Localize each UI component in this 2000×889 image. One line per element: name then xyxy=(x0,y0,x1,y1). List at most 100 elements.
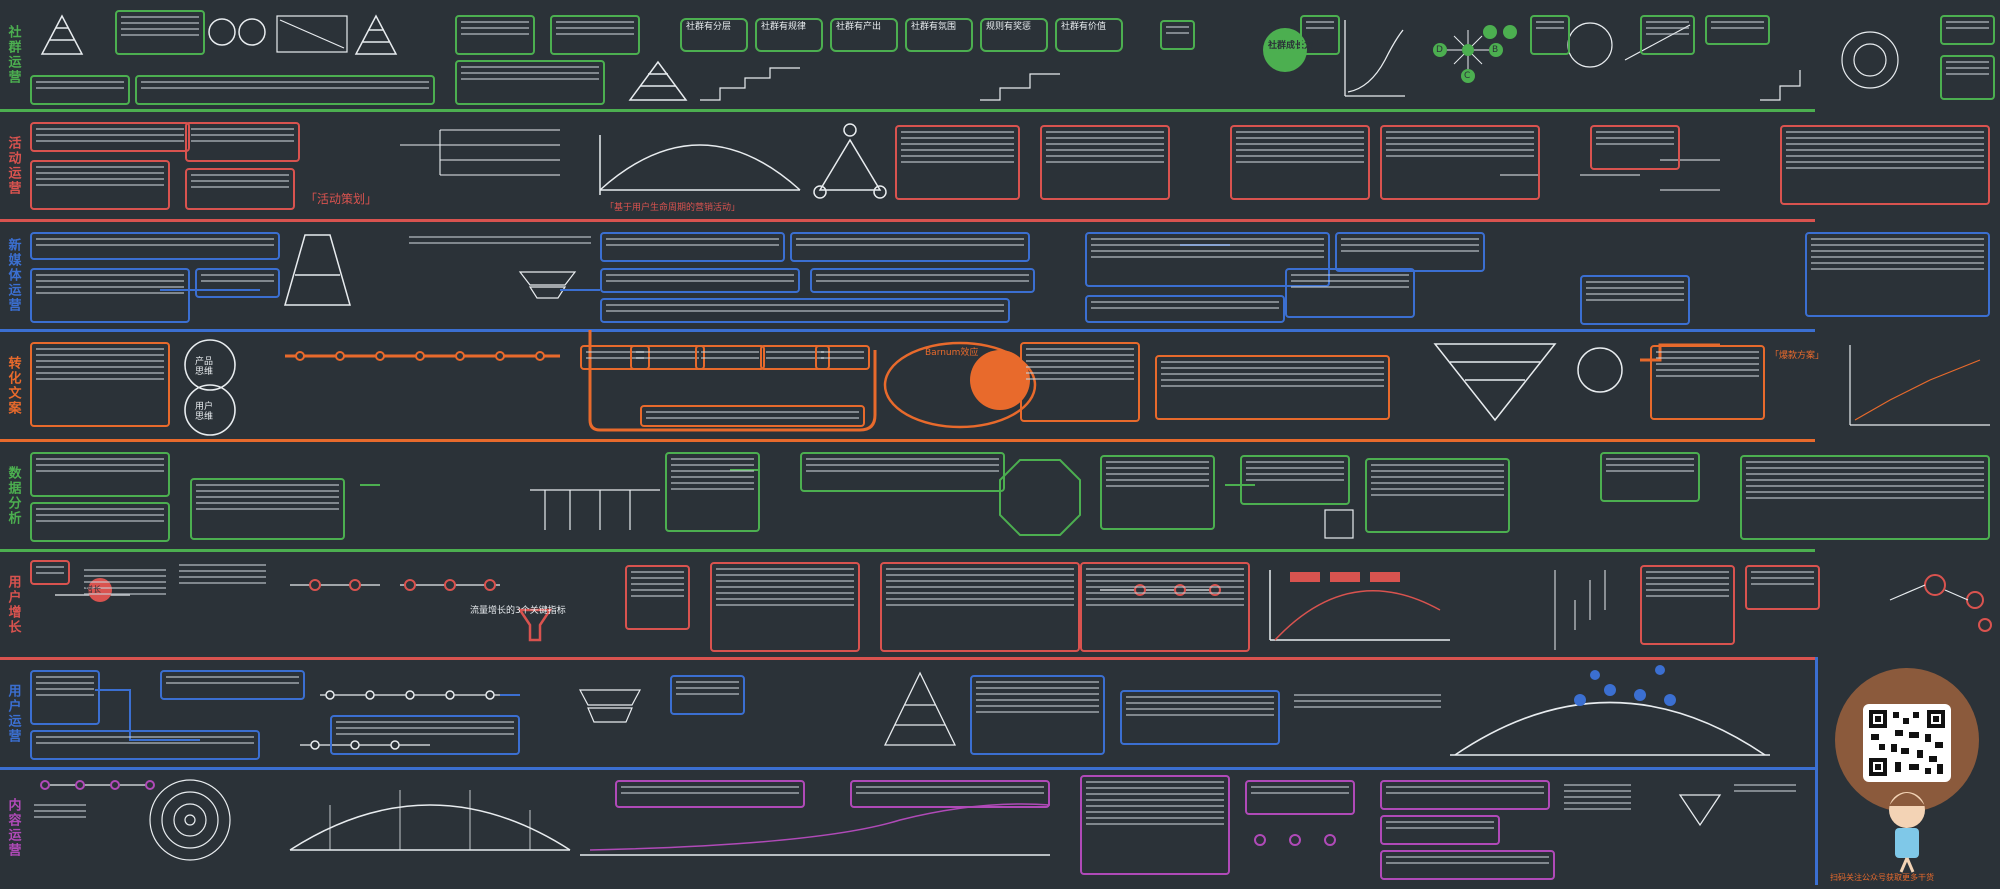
community-pyramid-2 xyxy=(354,14,398,55)
newmedia-block-1 xyxy=(30,232,280,260)
data-table-3 xyxy=(1100,455,1215,530)
conversion-table-3 xyxy=(1155,355,1390,420)
activity-block-3 xyxy=(185,122,300,162)
community-block-7 xyxy=(455,60,605,105)
activity-block-2 xyxy=(30,160,170,210)
separator-community xyxy=(0,109,1815,112)
community-growth-curve xyxy=(1344,20,1405,97)
data-table-5 xyxy=(1365,458,1510,533)
userops-block-7 xyxy=(1290,690,1445,730)
conversion-barnum-label: Barnum效应 xyxy=(925,348,979,358)
section-label-content: 内容运营 xyxy=(5,797,21,858)
newmedia-block-7 xyxy=(600,268,800,293)
conversion-block-3 xyxy=(695,345,765,370)
section-label-data: 数据分析 xyxy=(5,465,21,526)
growth-funnel-caption: 流量增长的3个关键指标 xyxy=(470,606,566,616)
content-target-circles xyxy=(149,779,231,861)
activity-block-6 xyxy=(1590,125,1680,170)
newmedia-block-2 xyxy=(30,268,190,323)
activity-table-3 xyxy=(1230,125,1370,200)
conversion-block-2 xyxy=(630,345,705,370)
data-block-3 xyxy=(800,452,1005,492)
data-octagon xyxy=(999,459,1081,536)
content-nodes xyxy=(1254,834,1336,846)
community-block-14 xyxy=(1940,55,1995,100)
section-label-community: 社群运营 xyxy=(5,24,21,85)
growth-table-3 xyxy=(1080,562,1250,652)
newmedia-block-9 xyxy=(600,298,1010,323)
separator-userops xyxy=(0,767,1815,770)
content-block-3 xyxy=(850,780,1050,808)
data-table-1 xyxy=(190,478,345,540)
activity-block-5 xyxy=(1380,125,1540,200)
data-table-2 xyxy=(665,452,760,532)
separator-qr xyxy=(1815,657,1818,885)
newmedia-block-11 xyxy=(1085,295,1285,323)
newmedia-block-8 xyxy=(810,268,1035,293)
community-circles xyxy=(208,18,266,46)
separator-conversion xyxy=(0,439,1815,442)
community-pyramid-3 xyxy=(628,60,688,101)
growth-block-5 xyxy=(1640,565,1735,645)
section-label-newmedia: 新媒体运营 xyxy=(5,238,21,313)
growth-network xyxy=(1889,574,1992,632)
growth-block-4 xyxy=(625,565,690,630)
community-box-atmosphere: 社群有氛围 xyxy=(905,18,973,52)
content-block-5 xyxy=(1380,780,1550,810)
activity-table-2 xyxy=(1040,125,1170,200)
community-block-9 xyxy=(1300,15,1340,55)
conversion-cycle xyxy=(1577,347,1623,393)
community-block-10 xyxy=(1530,15,1570,55)
conversion-inverted-triangle xyxy=(1433,343,1557,422)
activity-arc xyxy=(599,135,801,195)
newmedia-table-2 xyxy=(1805,232,1990,317)
growth-block-3 xyxy=(175,560,270,615)
growth-table-1 xyxy=(710,562,860,652)
content-block-2 xyxy=(615,780,805,808)
growth-curve-chart xyxy=(1269,570,1450,641)
userops-block-5 xyxy=(670,675,745,715)
growth-block-2 xyxy=(80,565,170,630)
newmedia-block-3 xyxy=(195,268,280,298)
content-arc xyxy=(289,790,571,851)
newmedia-block-4 xyxy=(405,232,595,262)
growth-block-1 xyxy=(30,560,70,585)
community-box-reward: 规则有奖惩 xyxy=(980,18,1048,52)
content-block-7 xyxy=(1380,850,1555,880)
data-table-4 xyxy=(1240,455,1350,505)
conversion-block-5 xyxy=(815,345,870,370)
growth-block-6 xyxy=(1745,565,1820,610)
userops-block-4 xyxy=(330,715,520,755)
userops-arc xyxy=(1450,701,1770,756)
content-s-curve xyxy=(580,803,1051,856)
data-block-1 xyxy=(30,452,170,497)
userops-block-2 xyxy=(160,670,305,700)
abc-letter-a: D xyxy=(1436,45,1443,55)
community-block-8 xyxy=(1160,20,1195,50)
community-stairs xyxy=(700,67,1801,101)
content-triangle-inv xyxy=(1678,794,1722,827)
conversion-table-1 xyxy=(30,342,170,427)
section-label-conversion: 转化文案 xyxy=(5,355,21,416)
newmedia-block-6 xyxy=(790,232,1030,262)
community-block-12 xyxy=(1705,15,1770,45)
userops-arc-nodes xyxy=(1574,665,1676,706)
qr-card: 扫码关注公众号获取更多干货 xyxy=(1825,660,1990,889)
activity-arc-caption: 「基于用户生命周期的营销活动」 xyxy=(605,203,741,213)
userops-table-1 xyxy=(970,675,1105,755)
community-block-13 xyxy=(1940,15,1995,45)
growth-circle-label: 增长 xyxy=(85,585,101,594)
activity-block-1 xyxy=(30,122,190,152)
growth-table-2 xyxy=(880,562,1080,652)
activity-title: 「活动策划」 xyxy=(305,192,378,206)
qr-caption: 扫码关注公众号获取更多干货 xyxy=(1830,873,1934,882)
data-table-6 xyxy=(1740,455,1990,540)
community-decline-chart xyxy=(276,15,348,53)
community-box-rule: 社群有规律 xyxy=(755,18,823,52)
community-block-3 xyxy=(30,75,130,105)
userops-block-6 xyxy=(1120,690,1280,745)
separator-data xyxy=(0,549,1815,552)
section-label-activity: 活动运营 xyxy=(5,135,21,196)
separator-growth xyxy=(0,657,1815,660)
separator-newmedia xyxy=(0,329,1815,332)
